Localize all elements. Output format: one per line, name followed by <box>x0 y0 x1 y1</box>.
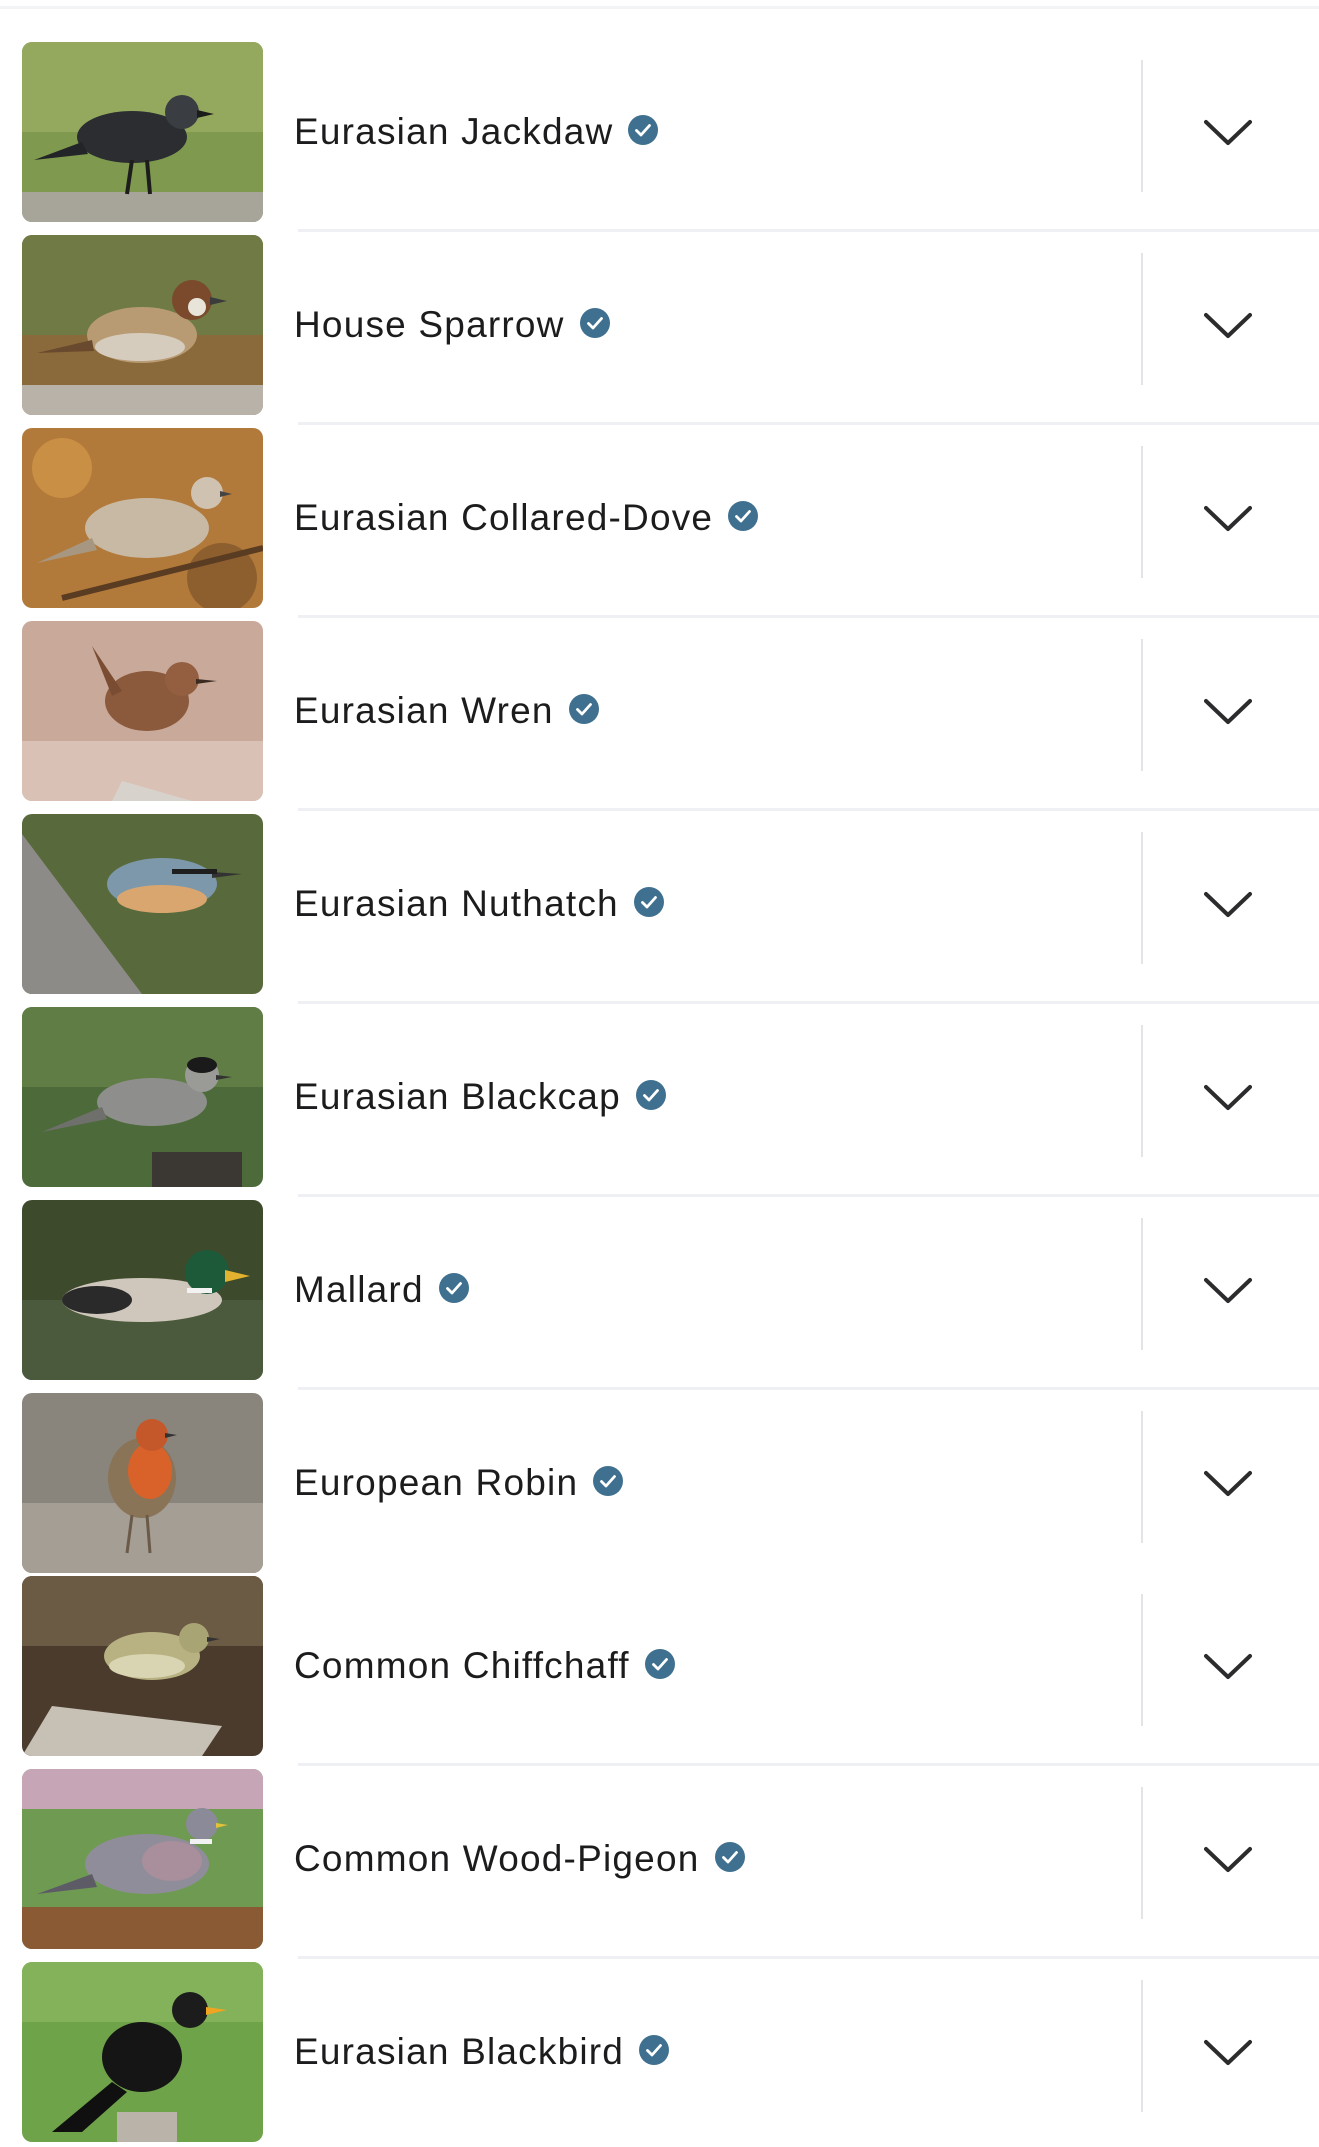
row-divider <box>1141 253 1143 385</box>
species-photo[interactable] <box>22 42 263 222</box>
row-separator <box>298 1763 1319 1766</box>
species-photo[interactable] <box>22 1576 263 1756</box>
row-separator <box>298 422 1319 425</box>
species-photo[interactable] <box>22 621 263 801</box>
row-separator <box>298 808 1319 811</box>
species-row[interactable]: Eurasian Wren <box>0 621 1319 801</box>
verified-check-icon <box>438 1273 469 1303</box>
row-separator <box>298 1387 1319 1390</box>
verified-check-icon <box>568 694 599 724</box>
species-row[interactable]: Eurasian Blackbird <box>0 1962 1319 2142</box>
species-photo[interactable] <box>22 1769 263 1949</box>
row-divider <box>1141 1025 1143 1157</box>
species-row[interactable]: Common Chiffchaff <box>0 1576 1319 1756</box>
species-photo[interactable] <box>22 1007 263 1187</box>
verified-check-icon <box>728 501 759 531</box>
row-divider <box>1141 1980 1143 2112</box>
species-name-group: Eurasian Blackcap <box>294 1007 666 1187</box>
chevron-down-icon[interactable] <box>1204 880 1252 928</box>
top-divider <box>0 6 1319 9</box>
row-divider <box>1141 1411 1143 1543</box>
species-name-group: Eurasian Blackbird <box>294 1962 670 2142</box>
row-divider <box>1141 1218 1143 1350</box>
row-separator <box>298 1001 1319 1004</box>
species-photo[interactable] <box>22 1393 263 1573</box>
chevron-down-icon[interactable] <box>1204 301 1252 349</box>
row-divider <box>1141 639 1143 771</box>
row-separator <box>298 1194 1319 1197</box>
row-divider <box>1141 446 1143 578</box>
species-name-group: Eurasian Wren <box>294 621 599 801</box>
row-separator <box>298 229 1319 232</box>
species-row[interactable]: European Robin <box>0 1393 1319 1573</box>
chevron-down-icon[interactable] <box>1204 1459 1252 1507</box>
chevron-down-icon[interactable] <box>1204 2028 1252 2076</box>
species-row[interactable]: Eurasian Nuthatch <box>0 814 1319 994</box>
row-divider <box>1141 1594 1143 1726</box>
chevron-down-icon[interactable] <box>1204 494 1252 542</box>
species-name: Eurasian Jackdaw <box>294 111 614 152</box>
row-divider <box>1141 1787 1143 1919</box>
species-name-group: Common Wood-Pigeon <box>294 1769 745 1949</box>
verified-check-icon <box>593 1466 624 1496</box>
row-divider <box>1141 832 1143 964</box>
species-name: Common Chiffchaff <box>294 1645 630 1686</box>
species-row[interactable]: Eurasian Jackdaw <box>0 42 1319 222</box>
row-separator <box>298 1956 1319 1959</box>
species-name: Eurasian Wren <box>294 690 554 731</box>
verified-check-icon <box>635 1080 666 1110</box>
verified-check-icon <box>714 1842 745 1872</box>
chevron-down-icon[interactable] <box>1204 1642 1252 1690</box>
species-name: Mallard <box>294 1269 424 1310</box>
chevron-down-icon[interactable] <box>1204 1073 1252 1121</box>
species-name: Eurasian Collared-Dove <box>294 497 714 538</box>
row-separator <box>298 615 1319 618</box>
chevron-down-icon[interactable] <box>1204 1835 1252 1883</box>
chevron-down-icon[interactable] <box>1204 1266 1252 1314</box>
species-name: European Robin <box>294 1462 579 1503</box>
row-divider <box>1141 60 1143 192</box>
species-row[interactable]: Common Wood-Pigeon <box>0 1769 1319 1949</box>
species-row[interactable]: Eurasian Blackcap <box>0 1007 1319 1187</box>
verified-check-icon <box>644 1649 675 1679</box>
species-name-group: Common Chiffchaff <box>294 1576 675 1756</box>
species-photo[interactable] <box>22 814 263 994</box>
species-row[interactable]: Mallard <box>0 1200 1319 1380</box>
species-name: Common Wood-Pigeon <box>294 1838 700 1879</box>
species-photo[interactable] <box>22 235 263 415</box>
species-photo[interactable] <box>22 428 263 608</box>
species-name: Eurasian Blackbird <box>294 2031 625 2072</box>
species-name-group: Eurasian Jackdaw <box>294 42 659 222</box>
species-name-group: Eurasian Collared-Dove <box>294 428 759 608</box>
species-photo[interactable] <box>22 1962 263 2142</box>
species-name-group: House Sparrow <box>294 235 610 415</box>
verified-check-icon <box>639 2035 670 2065</box>
verified-check-icon <box>633 887 664 917</box>
species-name: Eurasian Nuthatch <box>294 883 619 924</box>
chevron-down-icon[interactable] <box>1204 108 1252 156</box>
species-name-group: Eurasian Nuthatch <box>294 814 664 994</box>
species-row[interactable]: Eurasian Collared-Dove <box>0 428 1319 608</box>
species-name-group: European Robin <box>294 1393 624 1573</box>
species-photo[interactable] <box>22 1200 263 1380</box>
verified-check-icon <box>579 308 610 338</box>
species-name: Eurasian Blackcap <box>294 1076 621 1117</box>
chevron-down-icon[interactable] <box>1204 687 1252 735</box>
species-name: House Sparrow <box>294 304 565 345</box>
verified-check-icon <box>628 115 659 145</box>
species-row[interactable]: House Sparrow <box>0 235 1319 415</box>
species-name-group: Mallard <box>294 1200 469 1380</box>
